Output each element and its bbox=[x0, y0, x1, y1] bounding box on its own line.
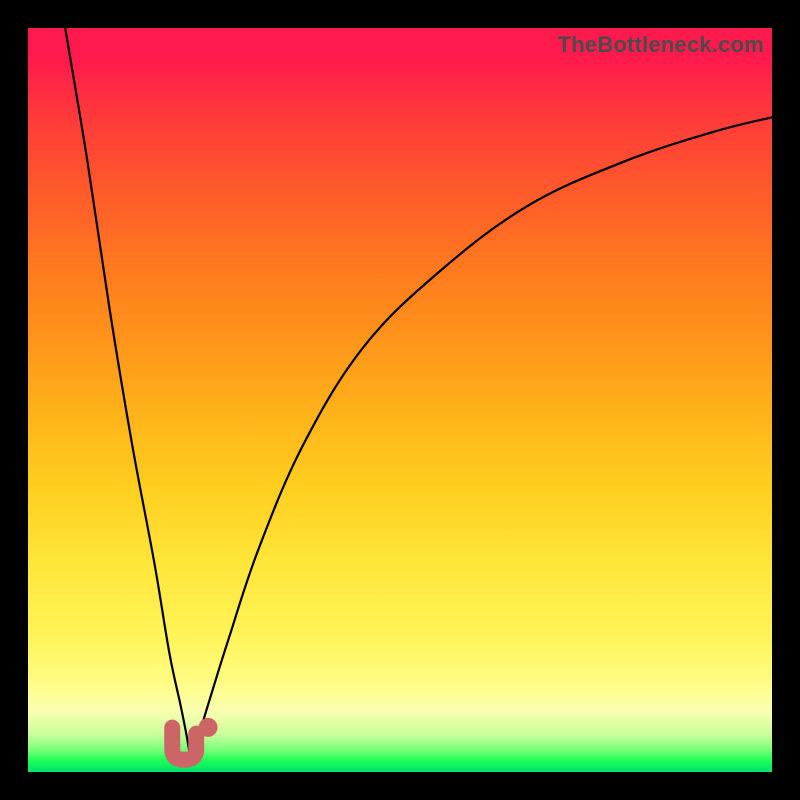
curve-right-branch bbox=[193, 117, 772, 757]
chart-frame: TheBottleneck.com bbox=[28, 28, 772, 772]
marker-dot-icon bbox=[199, 718, 217, 736]
curve-left-branch bbox=[65, 28, 190, 757]
bottleneck-curve-plot bbox=[28, 28, 772, 772]
marker-u-icon bbox=[172, 728, 196, 760]
